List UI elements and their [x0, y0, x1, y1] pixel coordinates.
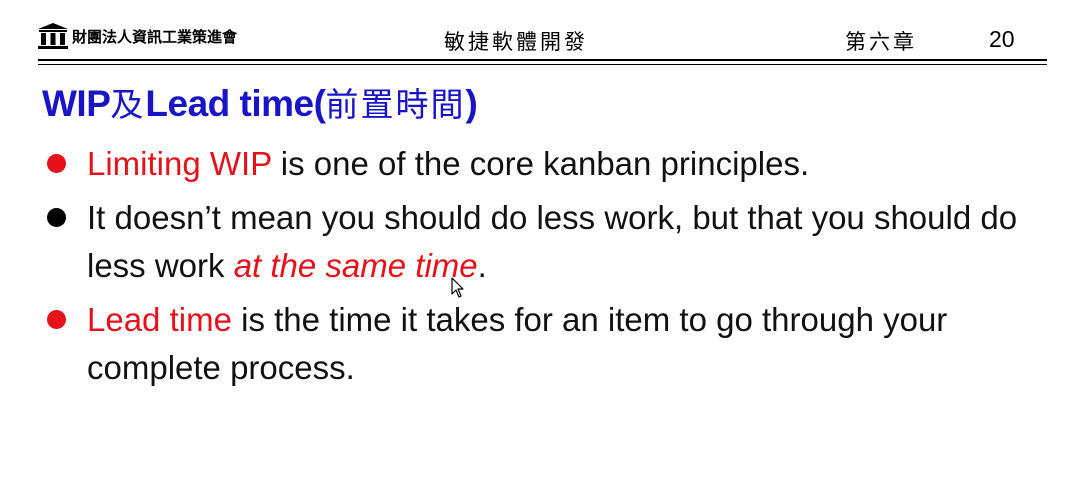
- page-number: 20: [989, 26, 1015, 52]
- bullet-dot-icon: [47, 208, 66, 227]
- mouse-pointer-icon: [451, 277, 465, 304]
- title-close-paren: ): [465, 83, 478, 124]
- org-logo: 財團法人資訊工業策進會: [38, 22, 237, 50]
- bullet-item-3: Lead time is the time it takes for an it…: [42, 296, 1042, 392]
- bullet-item-1: Limiting WIP is one of the core kanban p…: [42, 140, 1042, 188]
- slide-header: 財團法人資訊工業策進會 敏捷軟體開發 第六章 20: [0, 0, 1083, 66]
- temple-building-icon: [38, 23, 68, 49]
- bullet-dot-icon: [47, 310, 66, 329]
- bullet-list: Limiting WIP is one of the core kanban p…: [42, 140, 1042, 398]
- header-divider-thin: [38, 64, 1047, 65]
- org-name: 財團法人資訊工業策進會: [72, 27, 238, 46]
- bullet-2-text-after: .: [477, 247, 487, 284]
- bullet-1-text: is one of the core kanban principles.: [271, 145, 810, 182]
- bullet-1-highlight: Limiting WIP: [87, 145, 272, 182]
- bullet-2-text-before: It doesn’t mean you should do less work,…: [87, 199, 1018, 284]
- bullet-dot-icon: [47, 154, 66, 173]
- title-lead-time: Lead time(: [145, 83, 326, 124]
- bullet-item-2: It doesn’t mean you should do less work,…: [42, 194, 1042, 290]
- slide-title: WIP及Lead time(前置時間): [42, 78, 478, 126]
- title-wip: WIP: [42, 83, 111, 124]
- title-cjk: 前置時間: [325, 85, 466, 124]
- bullet-2-highlight: at the same time: [233, 247, 478, 284]
- bullet-3-highlight: Lead time: [87, 301, 232, 338]
- chapter-label: 第六章: [845, 30, 917, 54]
- title-conjunction: 及: [110, 85, 146, 124]
- course-title: 敏捷軟體開發: [444, 30, 588, 54]
- header-divider: [38, 59, 1047, 61]
